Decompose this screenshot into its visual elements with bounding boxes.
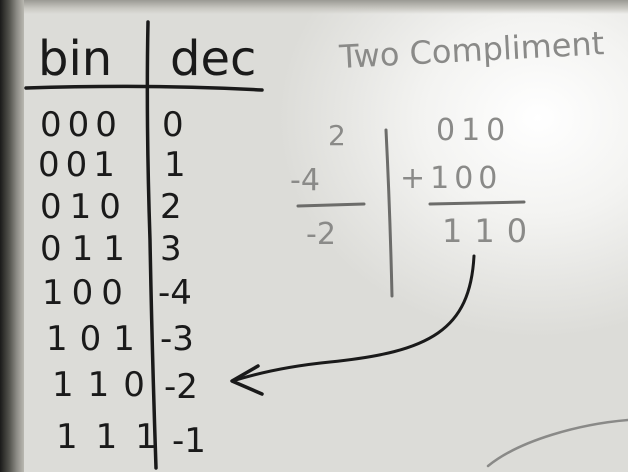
- binary-sum-rule: [428, 200, 526, 206]
- handwriting-layer: bin dec Two Compliment 000 001 010 011 1…: [24, 20, 628, 470]
- bin-row-2: 010: [40, 187, 129, 227]
- dec-row-1: 1: [164, 145, 186, 185]
- bin-row-0: 000: [40, 105, 123, 145]
- bin-row-4: 100: [42, 273, 131, 313]
- bin-header: bin: [38, 31, 112, 87]
- dec-row-2: 2: [160, 187, 182, 227]
- arrow-head-icon: [230, 364, 264, 396]
- sum-separator: [384, 128, 394, 298]
- dec-row-7: -1: [172, 421, 206, 461]
- decimal-sum-rule: [296, 202, 366, 208]
- binary-sum-a: 010: [436, 113, 511, 148]
- bin-row-1: 001: [38, 145, 121, 185]
- whiteboard-photo: bin dec Two Compliment 000 001 010 011 1…: [0, 0, 628, 472]
- dec-row-0: 0: [162, 105, 184, 145]
- decimal-sum-b: -4: [290, 163, 320, 198]
- bin-row-6: 110: [52, 365, 159, 405]
- dec-row-5: -3: [160, 319, 194, 359]
- bin-row-7: 111: [56, 417, 175, 457]
- dec-row-4: -4: [158, 273, 192, 313]
- title-text: Two Compliment: [337, 24, 605, 76]
- decimal-sum-result: -2: [306, 217, 336, 252]
- decimal-sum-a: 2: [328, 119, 346, 152]
- partial-sketch: [486, 418, 628, 468]
- binary-sum-b: +100: [400, 161, 502, 196]
- binary-sum-result: 110: [442, 212, 539, 250]
- dec-row-6: -2: [164, 367, 198, 407]
- dec-row-3: 3: [160, 229, 182, 269]
- dec-header: dec: [170, 31, 256, 87]
- bin-row-3: 011: [40, 229, 135, 269]
- bin-row-5: 101: [46, 319, 147, 359]
- arrow-line: [234, 254, 476, 382]
